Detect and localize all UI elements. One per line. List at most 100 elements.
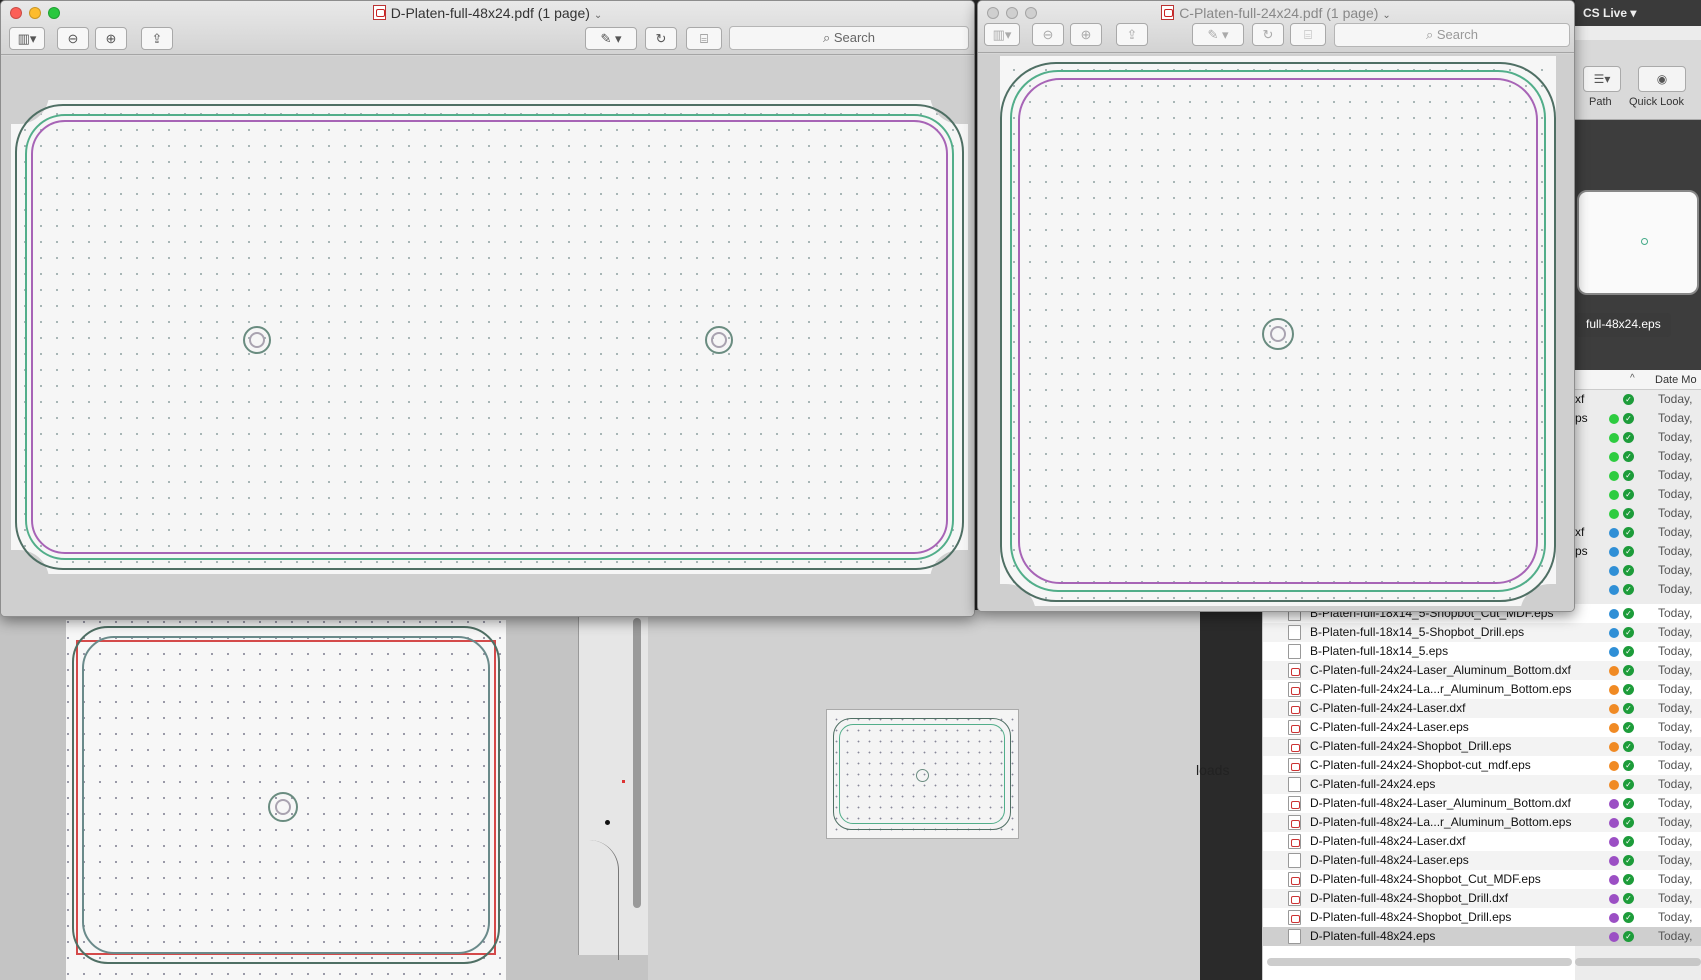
file-row[interactable]: D-Platen-full-48x24-Laser.eps [1263, 851, 1575, 870]
file-row[interactable]: C-Platen-full-24x24-Shopbot-cut_mdf.eps [1263, 756, 1575, 775]
document-file-icon [1288, 682, 1301, 697]
list-item-status[interactable]: ✓ Today, [1575, 851, 1701, 870]
file-row[interactable]: C-Platen-full-24x24.eps [1263, 775, 1575, 794]
file-row[interactable]: C-Platen-full-24x24-Shopbot_Drill.eps [1263, 737, 1575, 756]
list-item-status[interactable]: ✓ Today, [1575, 794, 1701, 813]
file-row[interactable]: D-Platen-full-48x24-Laser.dxf [1263, 832, 1575, 851]
rotate-button[interactable]: ↻ [1252, 23, 1284, 46]
path-button[interactable]: ☰▾ [1583, 66, 1621, 92]
zoom-out-button[interactable]: ⊖ [1032, 23, 1064, 46]
list-item-status[interactable]: ✓ Today, [1575, 832, 1701, 851]
preview-window-c-platen: C-Platen-full-24x24.pdf (1 page) ⌄ ▥▾ ⊖ ⊕… [977, 0, 1575, 612]
color-tag-dot [1609, 414, 1619, 424]
file-name: C-Platen-full-24x24-La...r_Aluminum_Bott… [1310, 682, 1572, 696]
file-row[interactable]: D-Platen-full-48x24-Shopbot_Drill.dxf [1263, 889, 1575, 908]
share-button[interactable]: ⇪ [1116, 23, 1148, 46]
list-item-status[interactable]: ✓ Today, [1575, 927, 1701, 946]
sidebar-toggle-button[interactable]: ▥▾ [984, 23, 1020, 46]
pdf-page[interactable] [992, 56, 1564, 611]
list-item[interactable]: ✓ Today, [1575, 580, 1701, 599]
file-name: D-Platen-full-48x24-Laser.eps [1310, 853, 1469, 867]
file-row[interactable]: C-Platen-full-24x24-Laser.dxf [1263, 699, 1575, 718]
file-name: D-Platen-full-48x24-Shopbot_Cut_MDF.eps [1310, 872, 1541, 886]
list-item-status[interactable]: ✓ Today, [1575, 813, 1701, 832]
search-field[interactable]: ⌕ Search [729, 26, 969, 50]
window-title[interactable]: C-Platen-full-24x24.pdf (1 page) ⌄ [978, 5, 1574, 21]
file-list: B-Platen-full-18x14_5-Shopbot_Cut_MDF.ep… [1262, 604, 1575, 980]
share-button[interactable]: ⇪ [141, 27, 173, 50]
pdf-page[interactable] [5, 94, 974, 580]
file-row[interactable]: D-Platen-full-48x24-Shopbot_Cut_MDF.eps [1263, 870, 1575, 889]
sort-chevron-icon[interactable]: ^ [1630, 373, 1635, 384]
list-item-status[interactable]: ✓ Today, [1575, 661, 1701, 680]
menubar-cs-live[interactable]: CS Live ▾ [1575, 0, 1701, 26]
list-item-status[interactable]: ✓ Today, [1575, 604, 1701, 623]
background-platen-center-inner [275, 799, 291, 815]
file-name: C-Platen-full-24x24-Shopbot_Drill.eps [1310, 739, 1512, 753]
file-row[interactable]: B-Platen-full-18x14_5-Shopbot_Drill.eps [1263, 623, 1575, 642]
toolbox-button[interactable]: ⌸ [686, 27, 722, 50]
list-item[interactable]: ps ✓ Today, [1575, 409, 1701, 428]
rotate-button[interactable]: ↻ [645, 27, 677, 50]
sync-check-icon: ✓ [1623, 931, 1634, 942]
color-tag-dot [1609, 742, 1619, 752]
file-row[interactable]: C-Platen-full-24x24-Laser.eps [1263, 718, 1575, 737]
file-list-scrollbar[interactable] [1267, 958, 1572, 966]
date-modified: Today, [1658, 625, 1693, 639]
column-header-date[interactable]: Date Mo [1655, 374, 1697, 386]
zoom-in-button[interactable]: ⊕ [95, 27, 127, 50]
date-modified: Today, [1658, 796, 1693, 810]
list-item-status[interactable]: ✓ Today, [1575, 775, 1701, 794]
zoom-out-button[interactable]: ⊖ [57, 27, 89, 50]
file-row[interactable]: D-Platen-full-48x24-La...r_Aluminum_Bott… [1263, 813, 1575, 832]
list-item-status[interactable]: ✓ Today, [1575, 737, 1701, 756]
document-file-icon [1288, 796, 1301, 811]
list-item-status[interactable]: ✓ Today, [1575, 642, 1701, 661]
list-item[interactable]: ✓ Today, [1575, 504, 1701, 523]
color-tag-dot [1609, 566, 1619, 576]
file-row[interactable]: D-Platen-full-48x24-Laser_Aluminum_Botto… [1263, 794, 1575, 813]
list-item[interactable]: xf ✓ Today, [1575, 390, 1701, 409]
list-item[interactable]: ✓ Today, [1575, 485, 1701, 504]
quick-look-button[interactable]: ◉ [1638, 66, 1686, 92]
background-window-strip [578, 610, 648, 960]
markup-button[interactable]: ✎ ▾ [1192, 23, 1244, 46]
list-item-status[interactable]: ✓ Today, [1575, 756, 1701, 775]
list-item-status[interactable]: ✓ Today, [1575, 908, 1701, 927]
platen-magenta-outline [31, 120, 948, 554]
file-row[interactable]: C-Platen-full-24x24-Laser_Aluminum_Botto… [1263, 661, 1575, 680]
file-row[interactable]: D-Platen-full-48x24-Shopbot_Drill.eps [1263, 908, 1575, 927]
sidebar-downloads-label[interactable]: loads [1196, 762, 1229, 778]
file-row[interactable]: B-Platen-full-18x14_5.eps [1263, 642, 1575, 661]
list-item[interactable]: ✓ Today, [1575, 466, 1701, 485]
list-item-status[interactable]: ✓ Today, [1575, 870, 1701, 889]
list-item-status[interactable]: ✓ Today, [1575, 680, 1701, 699]
color-tag-dot [1609, 528, 1619, 538]
date-modified: Today, [1658, 872, 1693, 886]
list-item[interactable]: ✓ Today, [1575, 447, 1701, 466]
toolbox-icon: ⌸ [700, 31, 708, 46]
list-item-status[interactable]: ✓ Today, [1575, 718, 1701, 737]
color-tag-dot [1609, 685, 1619, 695]
search-field[interactable]: ⌕ Search [1334, 23, 1570, 47]
horizontal-scrollbar[interactable] [1575, 958, 1701, 966]
list-item-status[interactable]: ✓ Today, [1575, 889, 1701, 908]
list-item[interactable]: ✓ Today, [1575, 561, 1701, 580]
zoom-in-button[interactable]: ⊕ [1070, 23, 1102, 46]
sync-check-icon: ✓ [1623, 874, 1634, 885]
document-file-icon [1288, 720, 1301, 735]
file-row[interactable]: D-Platen-full-48x24.eps [1263, 927, 1575, 946]
document-file-icon [1288, 910, 1301, 925]
list-item-status[interactable]: ✓ Today, [1575, 699, 1701, 718]
list-item[interactable]: ✓ Today, [1575, 428, 1701, 447]
file-row[interactable]: C-Platen-full-24x24-La...r_Aluminum_Bott… [1263, 680, 1575, 699]
toolbox-button[interactable]: ⌸ [1290, 23, 1326, 46]
thumbnail-platen [826, 709, 1019, 839]
list-item[interactable]: xf ✓ Today, [1575, 523, 1701, 542]
sidebar-toggle-button[interactable]: ▥▾ [9, 27, 45, 50]
markup-button[interactable]: ✎ ▾ [585, 27, 637, 50]
list-item-status[interactable]: ✓ Today, [1575, 623, 1701, 642]
window-title[interactable]: D-Platen-full-48x24.pdf (1 page) ⌄ [1, 5, 974, 21]
eps-file-icon [1288, 853, 1301, 868]
list-item[interactable]: ps ✓ Today, [1575, 542, 1701, 561]
